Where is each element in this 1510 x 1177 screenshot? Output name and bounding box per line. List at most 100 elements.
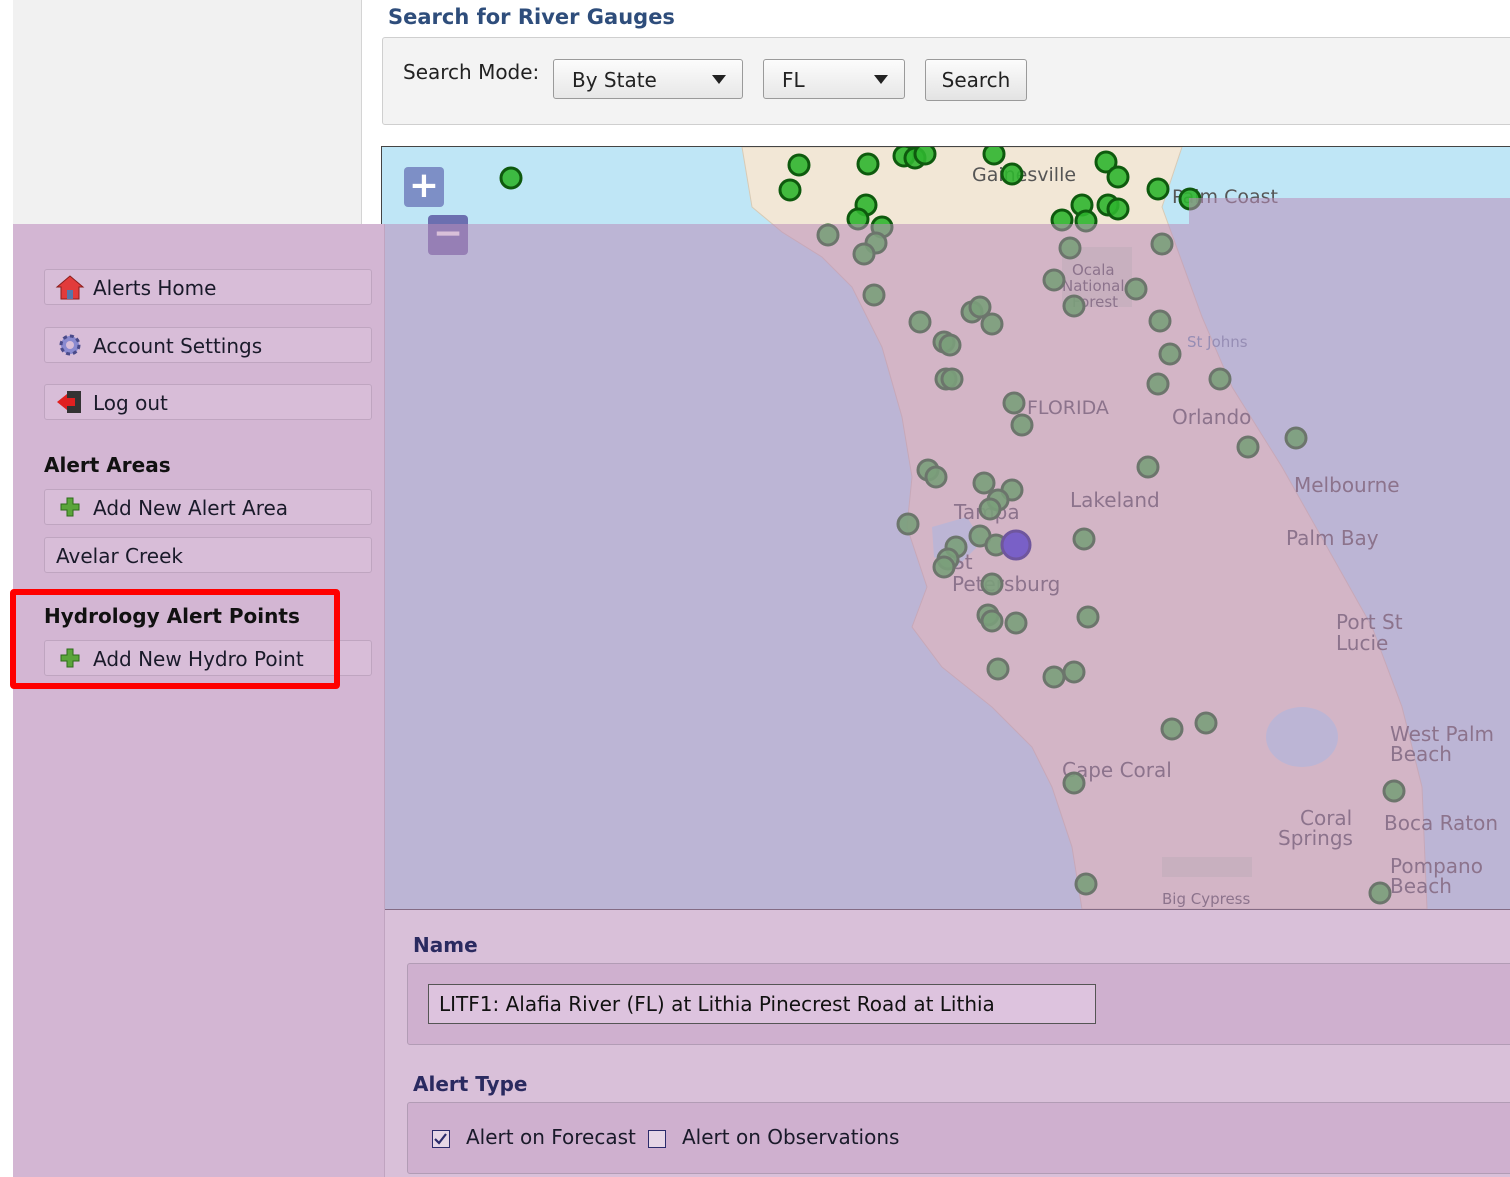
place-lucie: Lucie <box>1336 631 1388 655</box>
log-out-button[interactable]: Log out <box>44 384 372 420</box>
search-button[interactable]: Search <box>925 59 1027 101</box>
gauge-marker[interactable] <box>787 153 811 177</box>
gauge-marker[interactable] <box>1004 611 1028 635</box>
place-lakeland: Lakeland <box>1070 488 1160 512</box>
gauge-marker[interactable] <box>1062 294 1086 318</box>
gauge-marker[interactable] <box>1042 268 1066 292</box>
map-view[interactable]: Gainesville Palm Coast Ocala National Fo… <box>381 146 1510 910</box>
gauge-marker[interactable] <box>896 512 920 536</box>
gauge-marker[interactable] <box>938 333 962 357</box>
alert-on-observations-label: Alert on Observations <box>682 1125 900 1149</box>
alert-on-observations-checkbox[interactable] <box>648 1130 666 1148</box>
gauge-marker[interactable] <box>1194 711 1218 735</box>
place-petersburg: Petersburg <box>952 572 1060 596</box>
search-mode-value: By State <box>572 68 657 92</box>
gauge-marker[interactable] <box>1002 391 1026 415</box>
gauge-marker[interactable] <box>1050 208 1074 232</box>
gauge-marker[interactable] <box>940 367 964 391</box>
name-fieldset <box>407 963 1510 1045</box>
gauge-marker[interactable] <box>1148 309 1172 333</box>
gauge-marker[interactable] <box>980 572 1004 596</box>
search-mode-label: Search Mode: <box>403 60 540 84</box>
place-stjohns: St Johns <box>1187 333 1248 351</box>
gauge-marker[interactable] <box>1158 342 1182 366</box>
gauge-marker[interactable] <box>1106 165 1130 189</box>
gauge-marker[interactable] <box>1150 232 1174 256</box>
name-label: Name <box>413 933 478 957</box>
search-mode-select[interactable]: By State <box>553 59 743 99</box>
gauge-marker[interactable] <box>972 471 996 495</box>
alert-area-item[interactable]: Avelar Creek <box>44 537 372 573</box>
add-alert-area-label: Add New Alert Area <box>93 496 289 520</box>
gauge-marker[interactable] <box>1000 162 1024 186</box>
search-panel: Search Mode: By State FL Search <box>382 37 1510 125</box>
gauge-marker[interactable] <box>1062 660 1086 684</box>
gauge-marker[interactable] <box>1208 367 1232 391</box>
add-alert-area-button[interactable]: Add New Alert Area <box>44 489 372 525</box>
highlight-box <box>10 589 340 689</box>
gauge-marker[interactable] <box>856 152 880 176</box>
gauge-marker[interactable] <box>1058 236 1082 260</box>
gauge-marker[interactable] <box>1062 771 1086 795</box>
state-value: FL <box>782 68 805 92</box>
plus-icon <box>60 497 80 517</box>
gauge-marker[interactable] <box>1136 455 1160 479</box>
gauge-marker[interactable] <box>1074 872 1098 896</box>
gauge-marker[interactable] <box>1042 665 1066 689</box>
alert-area-label: Avelar Creek <box>56 544 183 568</box>
place-melbourne: Melbourne <box>1294 473 1400 497</box>
zoom-in-button[interactable]: + <box>404 167 444 207</box>
gauge-marker[interactable] <box>1382 779 1406 803</box>
gauge-marker[interactable] <box>778 178 802 202</box>
alert-type-label: Alert Type <box>413 1072 528 1096</box>
map-canvas[interactable]: Gainesville Palm Coast Ocala National Fo… <box>382 147 1510 909</box>
gauge-marker[interactable] <box>1146 177 1170 201</box>
gauge-marker[interactable] <box>908 310 932 334</box>
account-settings-label: Account Settings <box>93 334 263 358</box>
gauge-marker[interactable] <box>862 283 886 307</box>
alerts-home-button[interactable]: Alerts Home <box>44 269 372 305</box>
gauge-marker[interactable] <box>978 497 1002 521</box>
gauge-marker[interactable] <box>986 657 1010 681</box>
place-gainesville: Gainesville <box>972 164 1076 186</box>
gauge-marker[interactable] <box>1236 435 1260 459</box>
gauge-marker[interactable] <box>932 555 956 579</box>
alert-type-fieldset: Alert on Forecast Alert on Observations <box>407 1102 1510 1174</box>
zoom-out-button[interactable]: − <box>428 215 468 255</box>
gauge-marker[interactable] <box>816 223 840 247</box>
gauge-marker[interactable] <box>852 242 876 266</box>
gauge-marker[interactable] <box>1076 605 1100 629</box>
place-westpalm-beach: Beach <box>1390 742 1452 766</box>
place-palmbay: Palm Bay <box>1286 526 1379 550</box>
gauge-marker[interactable] <box>1124 277 1148 301</box>
place-bocaraton: Boca Raton <box>1384 811 1498 835</box>
alert-on-forecast-checkbox[interactable] <box>432 1130 450 1148</box>
gauge-marker[interactable] <box>1146 372 1170 396</box>
gauge-marker[interactable] <box>1106 197 1130 221</box>
gauge-marker[interactable] <box>1010 413 1034 437</box>
gear-icon <box>59 334 81 356</box>
state-select[interactable]: FL <box>763 59 905 99</box>
logout-icon <box>57 391 81 413</box>
place-florida: FLORIDA <box>1027 397 1109 419</box>
gauge-marker[interactable] <box>980 609 1004 633</box>
account-settings-button[interactable]: Account Settings <box>44 327 372 363</box>
place-springs: Springs <box>1278 826 1353 850</box>
gauge-marker[interactable] <box>1160 717 1184 741</box>
gauge-marker[interactable] <box>924 465 948 489</box>
top-left-blank <box>13 0 362 224</box>
selected-gauge-marker[interactable] <box>1000 529 1032 561</box>
gauge-marker[interactable] <box>1072 527 1096 551</box>
gauge-marker[interactable] <box>980 312 1004 336</box>
place-pompano-beach: Beach <box>1390 874 1452 898</box>
name-input[interactable] <box>428 984 1096 1024</box>
gauge-marker[interactable] <box>1284 426 1308 450</box>
lake-okeechobee <box>1266 707 1338 767</box>
gauge-marker[interactable] <box>846 207 870 231</box>
gauge-marker[interactable] <box>1178 187 1202 211</box>
gauge-marker[interactable] <box>499 166 523 190</box>
gauge-marker[interactable] <box>1074 209 1098 233</box>
gauge-marker[interactable] <box>982 147 1006 166</box>
gauge-marker[interactable] <box>1368 881 1392 905</box>
gauge-marker[interactable] <box>913 147 937 166</box>
